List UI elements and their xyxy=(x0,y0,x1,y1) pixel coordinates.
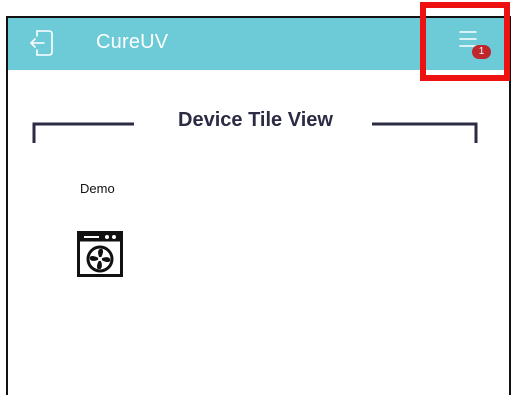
logout-icon xyxy=(30,30,53,56)
section-title: Device Tile View xyxy=(0,109,515,132)
notification-badge: 1 xyxy=(472,45,491,59)
app-title: CureUV xyxy=(96,31,169,53)
device-tile[interactable]: Demo xyxy=(68,176,148,286)
app-screen: CureUV 1 Device Tile View Demo xyxy=(0,0,515,395)
app-header: CureUV 1 xyxy=(8,18,509,70)
section-title-text: Device Tile View xyxy=(178,109,333,131)
device-name: Demo xyxy=(80,181,115,196)
menu-button[interactable]: 1 xyxy=(456,28,496,62)
logout-button[interactable] xyxy=(28,28,56,58)
fan-device-icon xyxy=(77,231,123,277)
